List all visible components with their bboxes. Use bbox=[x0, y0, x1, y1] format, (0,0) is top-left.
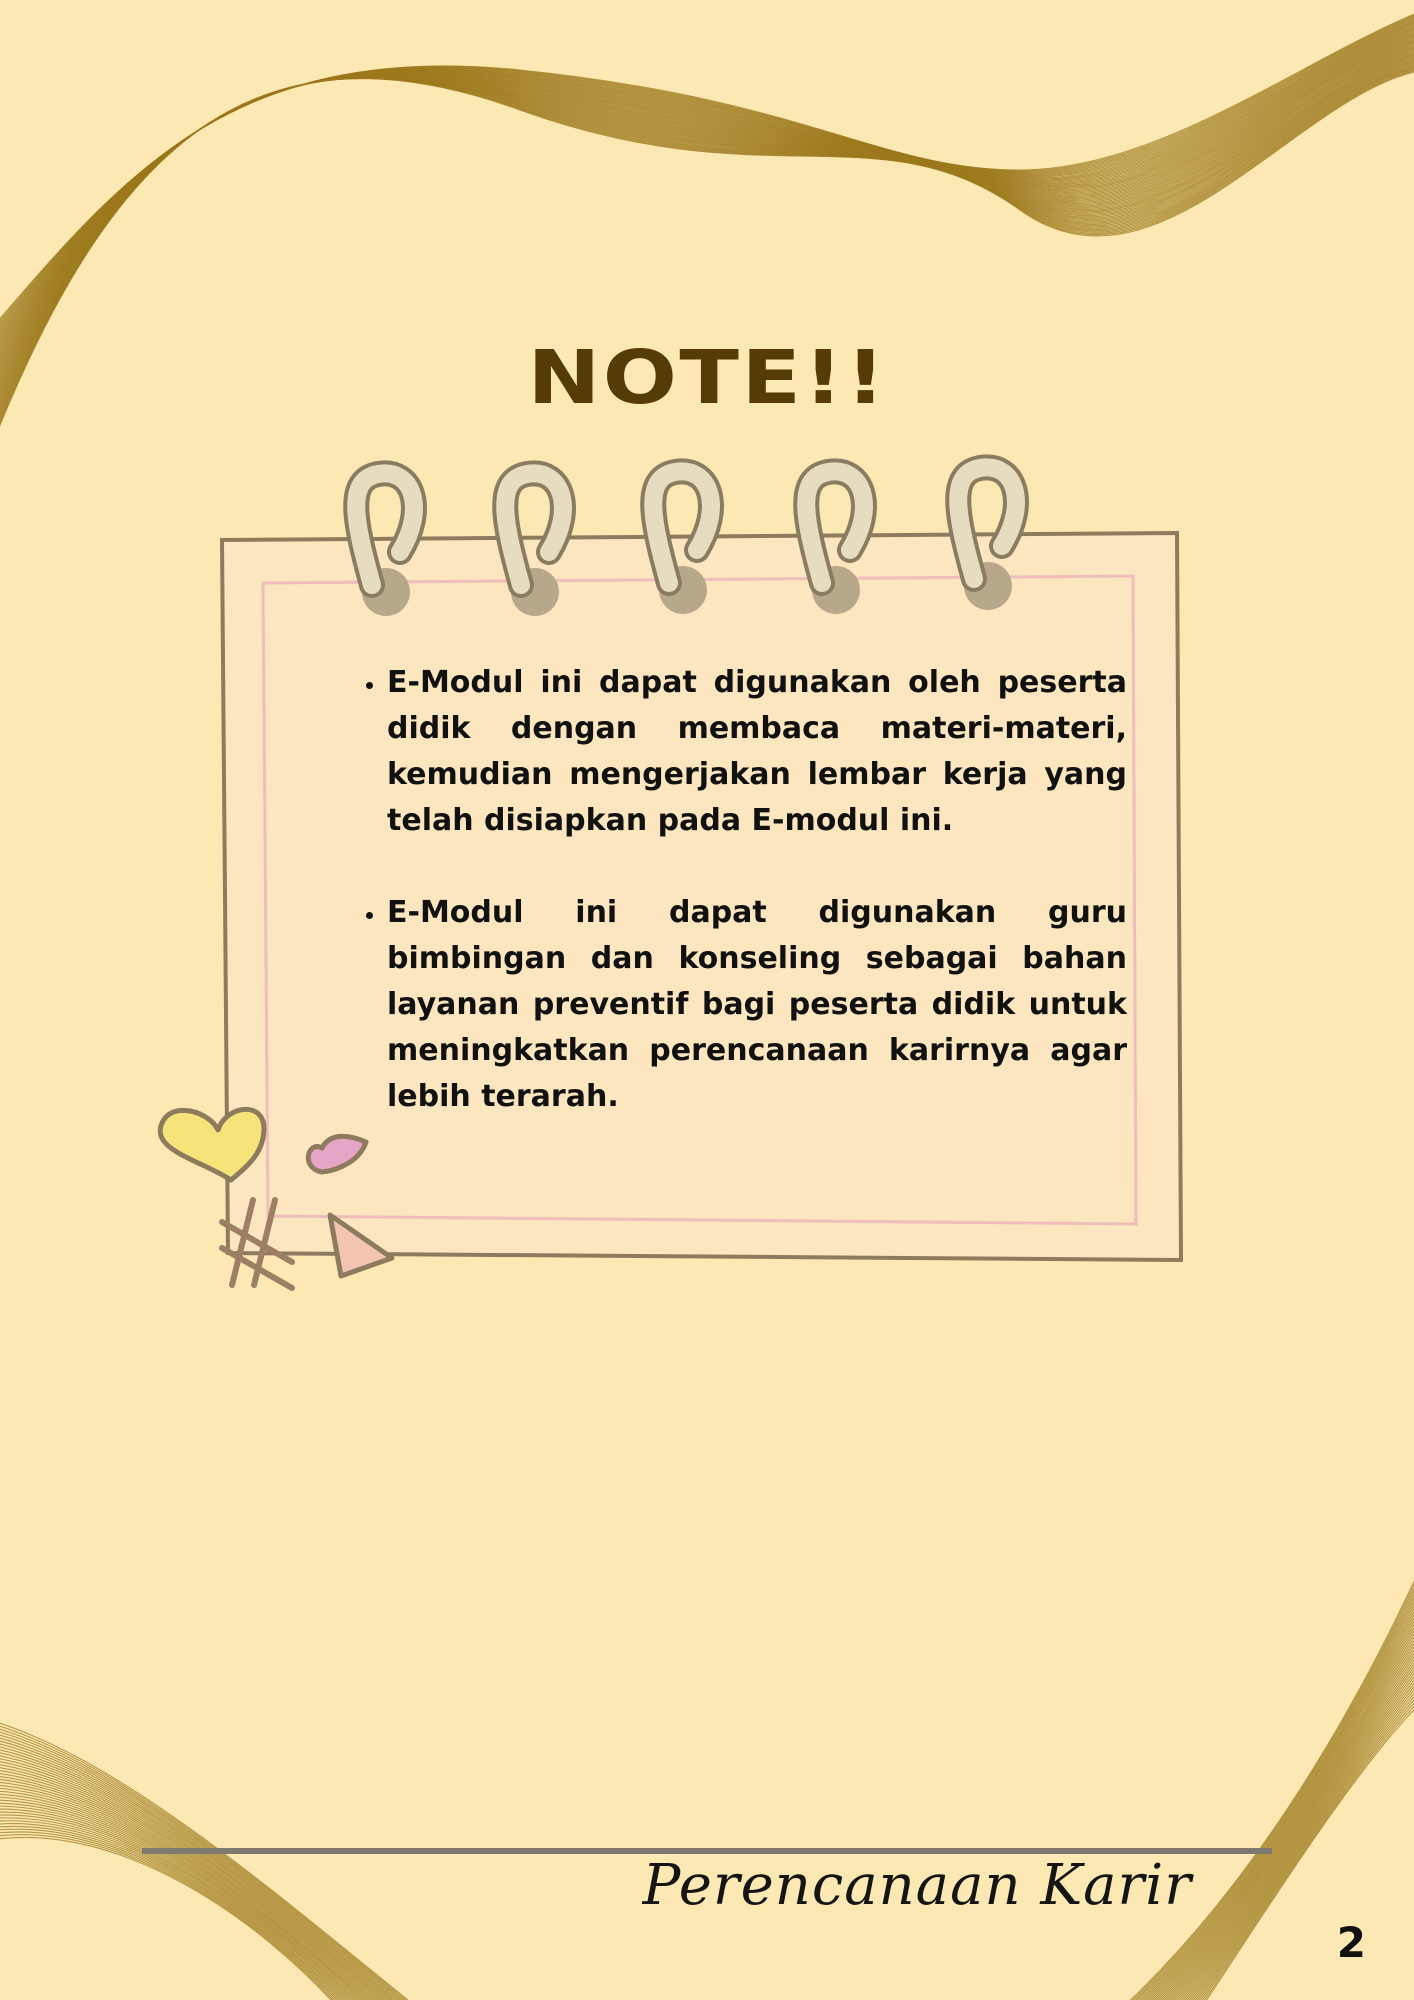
page-title: NOTE!! bbox=[527, 335, 888, 421]
page-number: 2 bbox=[1336, 1918, 1366, 1967]
footer-title: Perencanaan Karir bbox=[642, 1853, 1192, 1918]
note-item: E-Modul ini dapat digunakan oleh peserta… bbox=[387, 660, 1127, 844]
bottom-left-wave-lines bbox=[0, 1722, 409, 2000]
bottom-right-wave-lines bbox=[1129, 1580, 1414, 2000]
note-item: E-Modul ini dapat digunakan guru bimbing… bbox=[387, 890, 1127, 1120]
note-list: E-Modul ini dapat digunakan oleh peserta… bbox=[345, 660, 1127, 1166]
